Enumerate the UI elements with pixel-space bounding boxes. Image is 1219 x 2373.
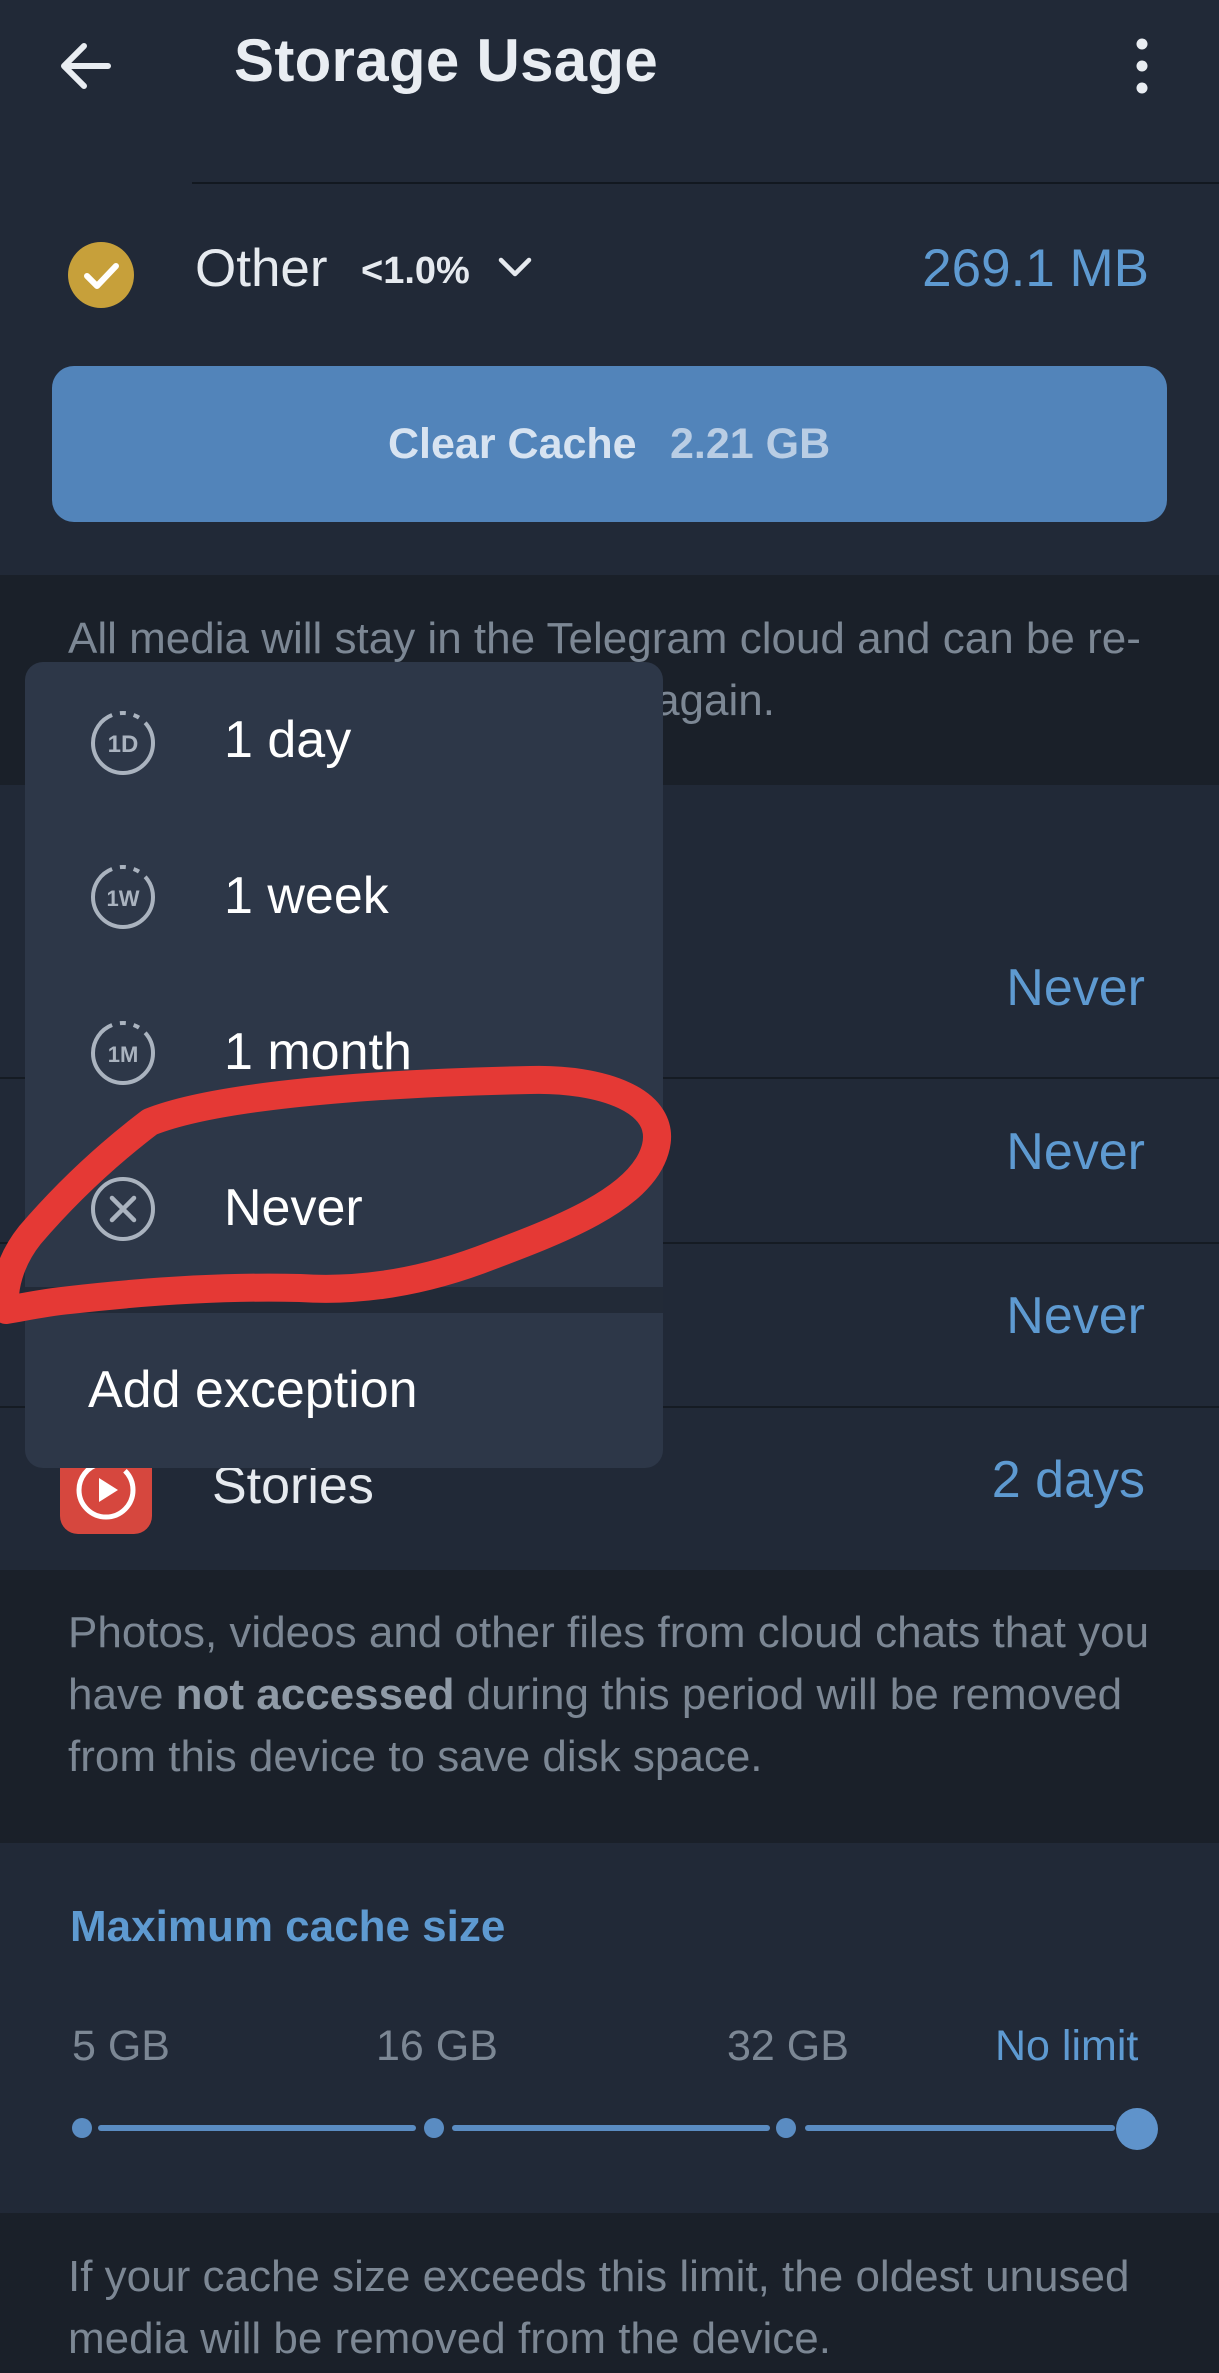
tick-label-32gb: 32 GB [727, 2022, 849, 2070]
1w-timer-icon: 1W [91, 865, 155, 929]
keep-value-channels[interactable]: Never [1006, 1286, 1145, 1346]
slider-track[interactable] [805, 2125, 1115, 2131]
menu-item-label: 1 day [224, 711, 352, 769]
menu-item-label: 1 month [224, 1023, 412, 1081]
add-exception-label: Add exception [88, 1361, 418, 1419]
other-size: 269.1 MB [922, 239, 1149, 298]
more-vertical-icon[interactable] [1122, 38, 1162, 94]
max-cache-title: Maximum cache size [70, 1902, 506, 1951]
info-text-not-accessed: Photos, videos and other files from clou… [68, 1608, 1150, 1781]
clear-cache-size: 2.21 GB [670, 420, 831, 468]
svg-text:1M: 1M [108, 1042, 139, 1067]
tick-label-16gb: 16 GB [376, 2022, 498, 2070]
svg-text:1W: 1W [107, 886, 140, 911]
other-label: Other [195, 239, 328, 298]
menu-item-label: 1 week [224, 867, 389, 925]
info-text-cache-limit: If your cache size exceeds this limit, t… [68, 2252, 1130, 2363]
arrow-left-icon[interactable] [58, 38, 114, 94]
menu-separator [25, 1287, 663, 1313]
slider-knob[interactable] [1116, 2108, 1158, 2150]
slider-track[interactable] [98, 2125, 416, 2131]
slider-stop[interactable] [72, 2118, 92, 2138]
keep-value-private[interactable]: Never [1006, 958, 1145, 1018]
svg-text:1D: 1D [108, 731, 139, 758]
1m-timer-icon: 1M [91, 1021, 155, 1085]
page-title: Storage Usage [234, 27, 659, 94]
slider-stop[interactable] [776, 2118, 796, 2138]
slider-track[interactable] [452, 2125, 770, 2131]
circle-x-icon [91, 1177, 155, 1241]
1d-timer-icon: 1D [91, 711, 155, 775]
keep-value-groups[interactable]: Never [1006, 1122, 1145, 1182]
tick-label-5gb: 5 GB [72, 2022, 170, 2070]
keep-value-stories[interactable]: 2 days [992, 1450, 1145, 1510]
divider [192, 182, 1219, 184]
menu-item-label: Never [224, 1179, 363, 1237]
slider-stop[interactable] [424, 2118, 444, 2138]
chevron-down-icon[interactable] [496, 252, 534, 282]
checkmark-icon[interactable] [68, 242, 134, 308]
tick-label-no-limit: No limit [995, 2022, 1139, 2070]
other-percent: <1.0% [361, 250, 470, 292]
clear-cache-label: Clear Cache [388, 420, 637, 468]
